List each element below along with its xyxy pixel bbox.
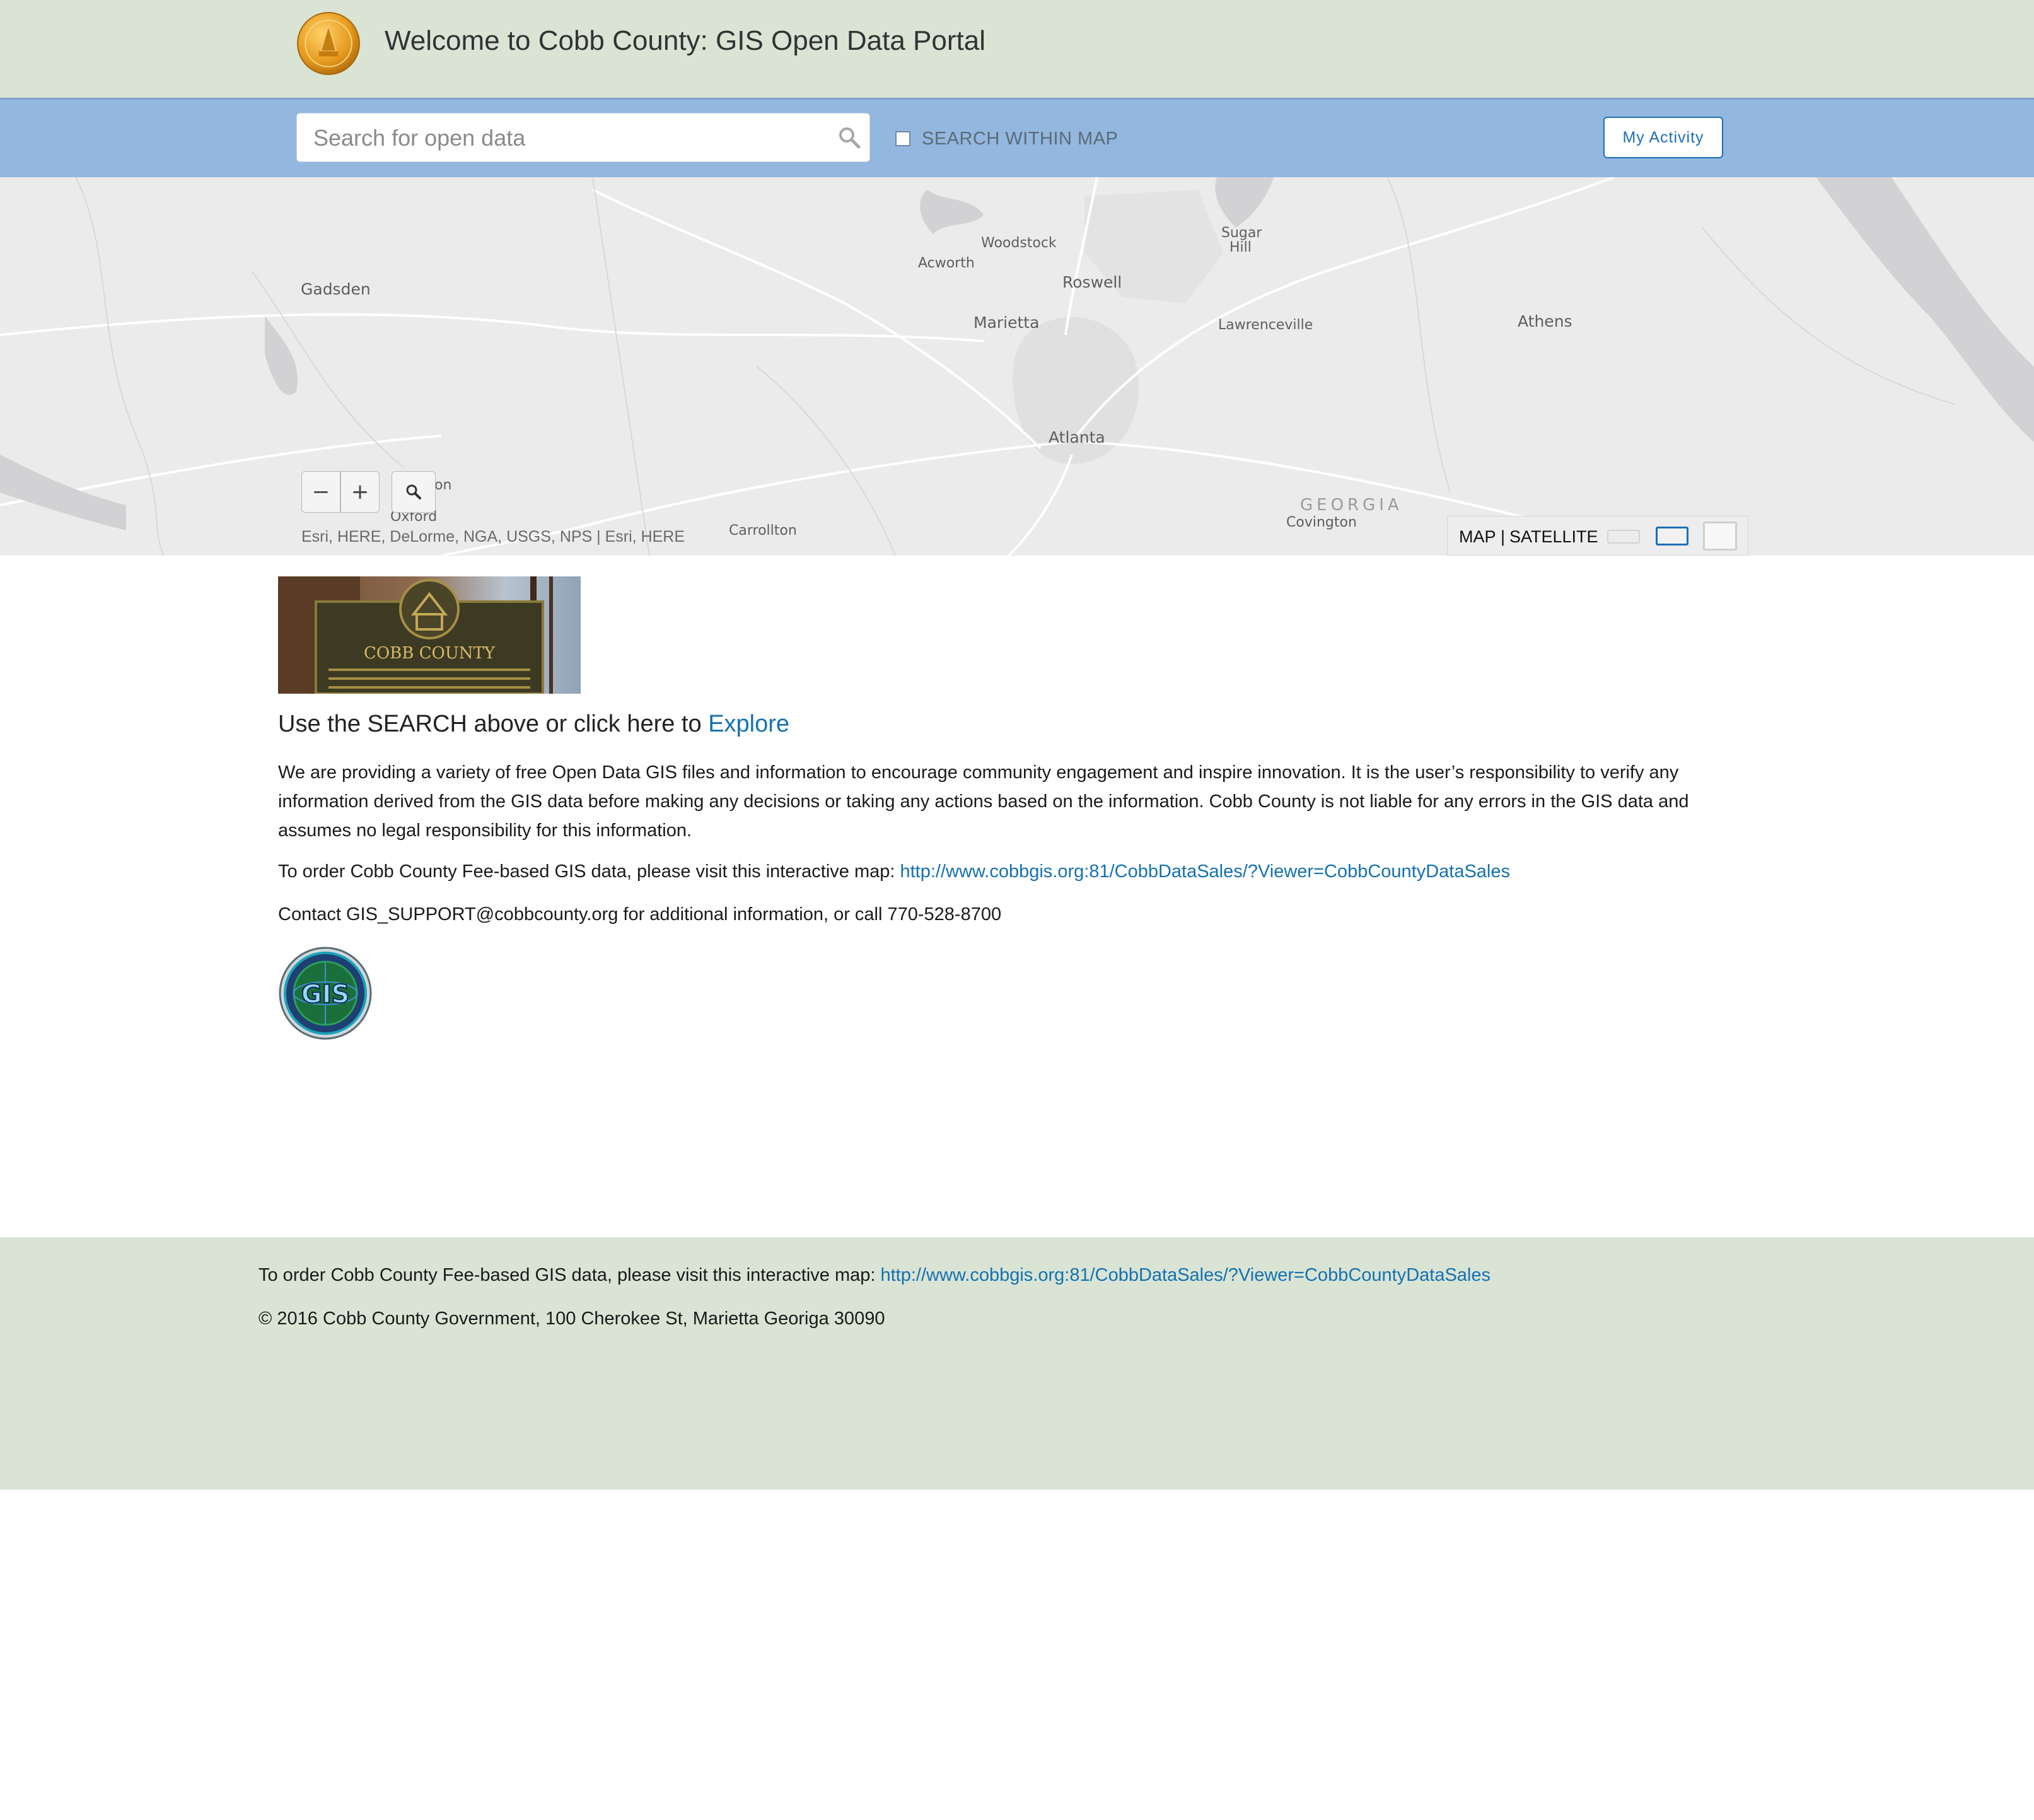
basemap-switcher: MAP | SATELLITE (1447, 516, 1748, 556)
county-seal-icon[interactable] (296, 11, 361, 76)
order-data-line: To order Cobb County Fee-based GIS data,… (278, 861, 1510, 882)
search-within-map-checkbox[interactable] (895, 131, 910, 146)
map-label-hill: Hill (1229, 240, 1252, 255)
map-label-roswell: Roswell (1062, 273, 1122, 291)
footer-order-text: To order Cobb County Fee-based GIS data,… (259, 1265, 881, 1285)
basemap-thumb-selected[interactable] (1656, 527, 1688, 545)
basemap-thumb-light[interactable] (1607, 530, 1640, 544)
map-label-georgia: GEORGIA (1300, 496, 1403, 515)
search-icon[interactable] (837, 125, 862, 150)
map-label-acworth: Acworth (918, 255, 975, 271)
gis-logo-text: GIS (301, 980, 350, 1009)
map-label-sugar: Sugar (1221, 225, 1262, 241)
site-footer: To order Cobb County Fee-based GIS data,… (0, 1237, 2034, 1490)
search-input[interactable] (312, 114, 819, 163)
search-within-map-label[interactable]: SEARCH WITHIN MAP (922, 129, 1118, 149)
order-data-text: To order Cobb County Fee-based GIS data,… (278, 861, 900, 882)
map-label-lawrenceville: Lawrenceville (1218, 317, 1313, 333)
basemap-map-option[interactable]: MAP (1459, 527, 1496, 547)
map-label-covington: Covington (1286, 515, 1357, 530)
footer-order-link[interactable]: http://www.cobbgis.org:81/CobbDataSales/… (881, 1265, 1491, 1285)
cobb-county-marker-image: COBB COUNTY (278, 576, 581, 694)
copyright-text: © 2016 Cobb County Government, 100 Chero… (259, 1309, 885, 1329)
page-title: Welcome to Cobb County: GIS Open Data Po… (385, 25, 985, 56)
my-activity-button[interactable]: My Activity (1603, 117, 1723, 158)
footer-order-line: To order Cobb County Fee-based GIS data,… (259, 1265, 1491, 1286)
order-data-link[interactable]: http://www.cobbgis.org:81/CobbDataSales/… (900, 861, 1511, 882)
basemap-satellite-option[interactable]: SATELLITE (1509, 527, 1598, 547)
search-toolbar: SEARCH WITHIN MAP My Activity (0, 98, 2034, 177)
explore-heading: Use the SEARCH above or click here to Ex… (278, 711, 789, 738)
map-label-atlanta: Atlanta (1049, 428, 1105, 446)
map-search-button[interactable] (392, 471, 436, 513)
map-label-woodstock: Woodstock (981, 235, 1057, 251)
zoom-out-button[interactable]: − (302, 472, 340, 512)
search-box (296, 113, 870, 163)
magnifier-icon (406, 484, 421, 499)
explore-link[interactable]: Explore (708, 711, 789, 737)
explore-heading-text: Use the SEARCH above or click here to (278, 711, 709, 737)
basemap-separator: | (1501, 527, 1506, 546)
map-attribution: Esri, HERE, DeLorme, NGA, USGS, NPS | Es… (301, 528, 685, 545)
zoom-in-button[interactable]: + (340, 472, 379, 512)
basemap-thumb-gray[interactable] (1703, 522, 1737, 551)
banner-sign-text: COBB COUNTY (364, 644, 496, 663)
zoom-controls: − + (301, 471, 380, 513)
map-label-gadsden: Gadsden (301, 280, 371, 298)
site-header: Welcome to Cobb County: GIS Open Data Po… (0, 0, 2034, 98)
gis-logo-icon: GIS (279, 947, 372, 1040)
map-label-athens: Athens (1518, 312, 1572, 330)
contact-line: Contact GIS_SUPPORT@cobbcounty.org for a… (278, 904, 1002, 925)
map-label-carrollton: Carrollton (729, 523, 797, 539)
intro-paragraph: We are providing a variety of free Open … (278, 762, 1689, 841)
map-view[interactable]: Gadsden Woodstock Acworth Sugar Hill Ros… (0, 177, 2034, 556)
map-label-anniston-partial: on (434, 477, 452, 493)
search-within-map-toggle[interactable]: SEARCH WITHIN MAP (895, 126, 1118, 151)
map-label-marietta: Marietta (973, 313, 1040, 332)
